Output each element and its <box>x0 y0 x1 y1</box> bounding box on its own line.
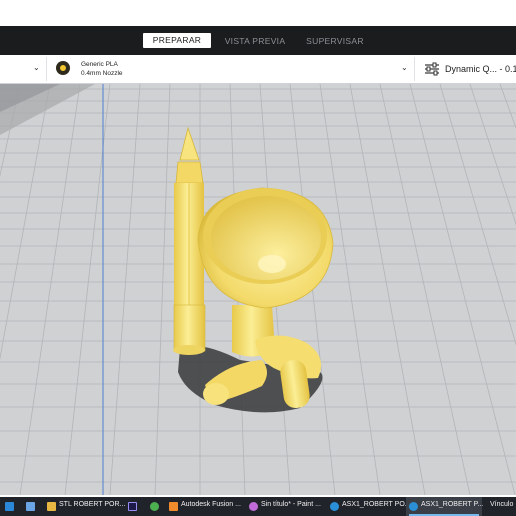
build-plate-viewport[interactable] <box>0 84 516 495</box>
store-icon <box>26 502 35 511</box>
cura-icon <box>330 502 339 511</box>
taskbar-item-label: Vínculo <box>490 501 514 508</box>
stage-header: PREPARAR VISTA PREVIA SUPERVISAR <box>0 26 516 55</box>
robot-left-foot <box>203 383 229 405</box>
taskbar-item-stl-folder[interactable]: STL ROBERT POR... <box>44 497 126 516</box>
material-selector[interactable]: Generic PLA 0.4mm Nozzle <box>81 60 123 78</box>
taskbar-item-paint[interactable]: Sin título* - Paint ... <box>246 497 324 516</box>
mail-icon <box>5 502 14 511</box>
taskbar-item-label: ASX1_ROBERT PO... <box>342 501 411 508</box>
bowl-highlight <box>258 255 286 273</box>
taskbar-item-cura-1[interactable]: ASX1_ROBERT PO... <box>327 497 411 516</box>
premiere-icon <box>128 502 137 511</box>
build-plate-scene <box>0 84 516 495</box>
cura-icon <box>409 502 418 511</box>
nozzle-size: 0.4mm Nozzle <box>81 70 123 77</box>
paint-icon <box>249 502 258 511</box>
pencil-foot <box>173 345 205 355</box>
taskbar-item-cura-2[interactable]: ASX1_ROBERT P... <box>406 497 484 516</box>
taskbar-item[interactable] <box>22 497 40 516</box>
taskbar-item-label: Autodesk Fusion ... <box>181 501 241 508</box>
material-name: Generic PLA <box>81 61 118 68</box>
taskbar-item-premiere[interactable] <box>124 497 142 516</box>
tab-supervisar[interactable]: SUPERVISAR <box>302 34 368 48</box>
taskbar-item-label: Sin título* - Paint ... <box>261 501 321 508</box>
mail-taskbar-item[interactable] <box>2 497 18 516</box>
material-spool-icon[interactable] <box>56 61 70 75</box>
taskbar-item-vinculo[interactable]: Vínculo <box>486 497 516 516</box>
toolbar-divider <box>46 57 47 81</box>
print-profile-selector[interactable]: Dynamic Q... - 0.16 <box>445 64 516 74</box>
toolbar-divider <box>414 57 415 81</box>
folder-icon <box>47 502 56 511</box>
chrome-icon <box>150 502 159 511</box>
taskbar-item-chrome[interactable] <box>146 497 164 516</box>
pencil-base <box>173 304 206 352</box>
taskbar-item-label: STL ROBERT POR... <box>59 501 126 508</box>
pencil-collar <box>175 161 204 184</box>
tab-preparar[interactable]: PREPARAR <box>143 33 211 48</box>
taskbar-item-fusion[interactable]: Autodesk Fusion ... <box>166 497 242 516</box>
printer-selector-chevron-down-icon[interactable]: ⌄ <box>33 63 40 72</box>
os-taskbar: STL ROBERT POR... Autodesk Fusion ... Si… <box>0 497 516 516</box>
taskbar-item-label: ASX1_ROBERT P... <box>421 501 484 508</box>
print-settings-sliders-icon[interactable] <box>424 62 440 76</box>
window-top-margin <box>0 0 516 26</box>
material-selector-chevron-down-icon[interactable]: ⌄ <box>401 63 408 72</box>
tab-vista-previa[interactable]: VISTA PREVIA <box>221 34 289 48</box>
fusion-icon <box>169 502 178 511</box>
